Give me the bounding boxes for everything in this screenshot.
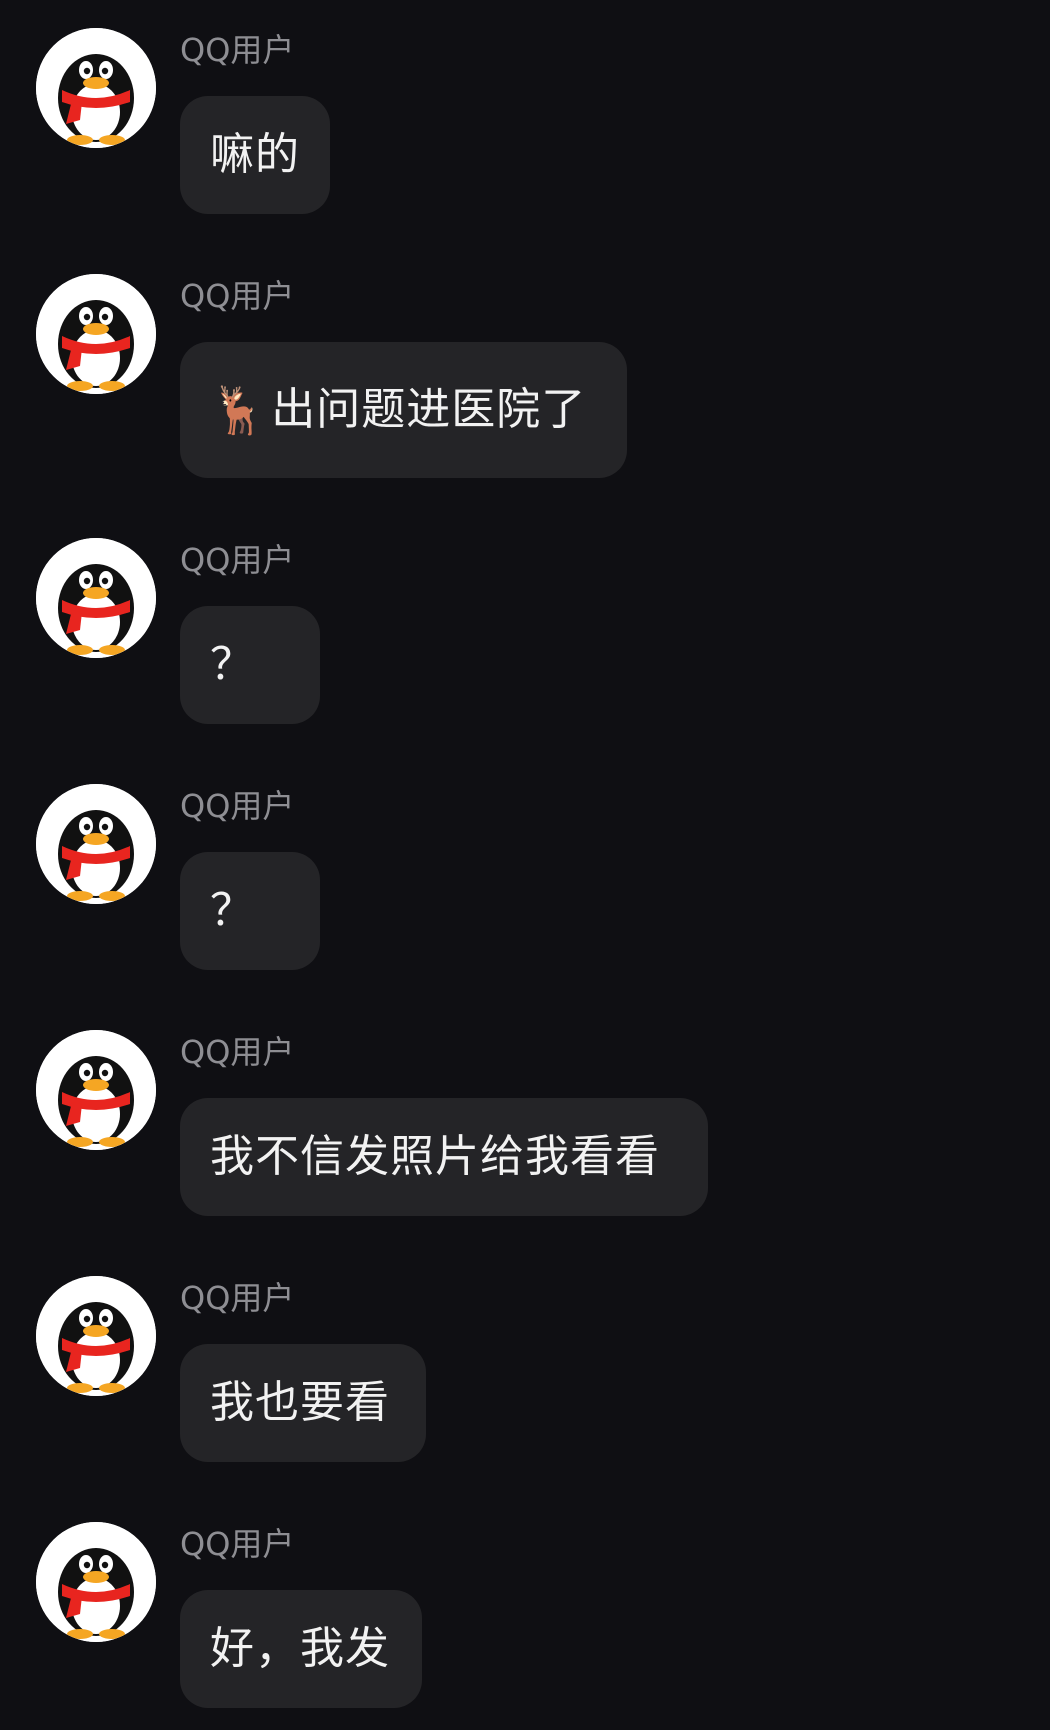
qq-penguin-icon [36, 28, 156, 148]
avatar[interactable] [36, 1030, 156, 1150]
message-bubble[interactable]: 我不信发照片给我看看 [180, 1098, 708, 1216]
message-bubble[interactable]: 好，我发 [180, 1590, 422, 1708]
message-bubble[interactable]: 嘛的 [180, 96, 330, 214]
deer-emoji-icon: 🦌 [210, 383, 268, 437]
chat-message-list[interactable]: QQ用户 嘛的 QQ用户 🦌 出问题进医院了 QQ用户 ？ QQ用户 ？ QQ用… [0, 0, 1050, 1730]
message-text: 我不信发照片给我看看 [210, 1131, 660, 1182]
avatar[interactable] [36, 28, 156, 148]
qq-penguin-icon [36, 274, 156, 394]
avatar[interactable] [36, 784, 156, 904]
message-text: 好，我发 [210, 1623, 390, 1674]
avatar[interactable] [36, 274, 156, 394]
avatar[interactable] [36, 1522, 156, 1642]
qq-penguin-icon [36, 1522, 156, 1642]
avatar[interactable] [36, 1276, 156, 1396]
sender-name: QQ用户 [180, 277, 295, 315]
message-text: 出问题进医院了 [271, 384, 587, 435]
message-text: 嘛的 [210, 129, 300, 180]
qq-penguin-icon [36, 538, 156, 658]
qq-penguin-icon [36, 1276, 156, 1396]
message-bubble[interactable]: 我也要看 [180, 1344, 426, 1462]
message-bubble[interactable]: ？ [180, 852, 320, 970]
sender-name: QQ用户 [180, 541, 295, 579]
message-text: ？ [210, 885, 255, 936]
sender-name: QQ用户 [180, 1525, 295, 1563]
sender-name: QQ用户 [180, 1033, 295, 1071]
avatar[interactable] [36, 538, 156, 658]
qq-penguin-icon [36, 1030, 156, 1150]
message-text: 我也要看 [210, 1377, 390, 1428]
qq-penguin-icon [36, 784, 156, 904]
message-bubble[interactable]: ？ [180, 606, 320, 724]
sender-name: QQ用户 [180, 1279, 295, 1317]
sender-name: QQ用户 [180, 787, 295, 825]
sender-name: QQ用户 [180, 31, 295, 69]
message-text: ？ [210, 639, 255, 690]
message-bubble[interactable]: 🦌 出问题进医院了 [180, 342, 627, 478]
